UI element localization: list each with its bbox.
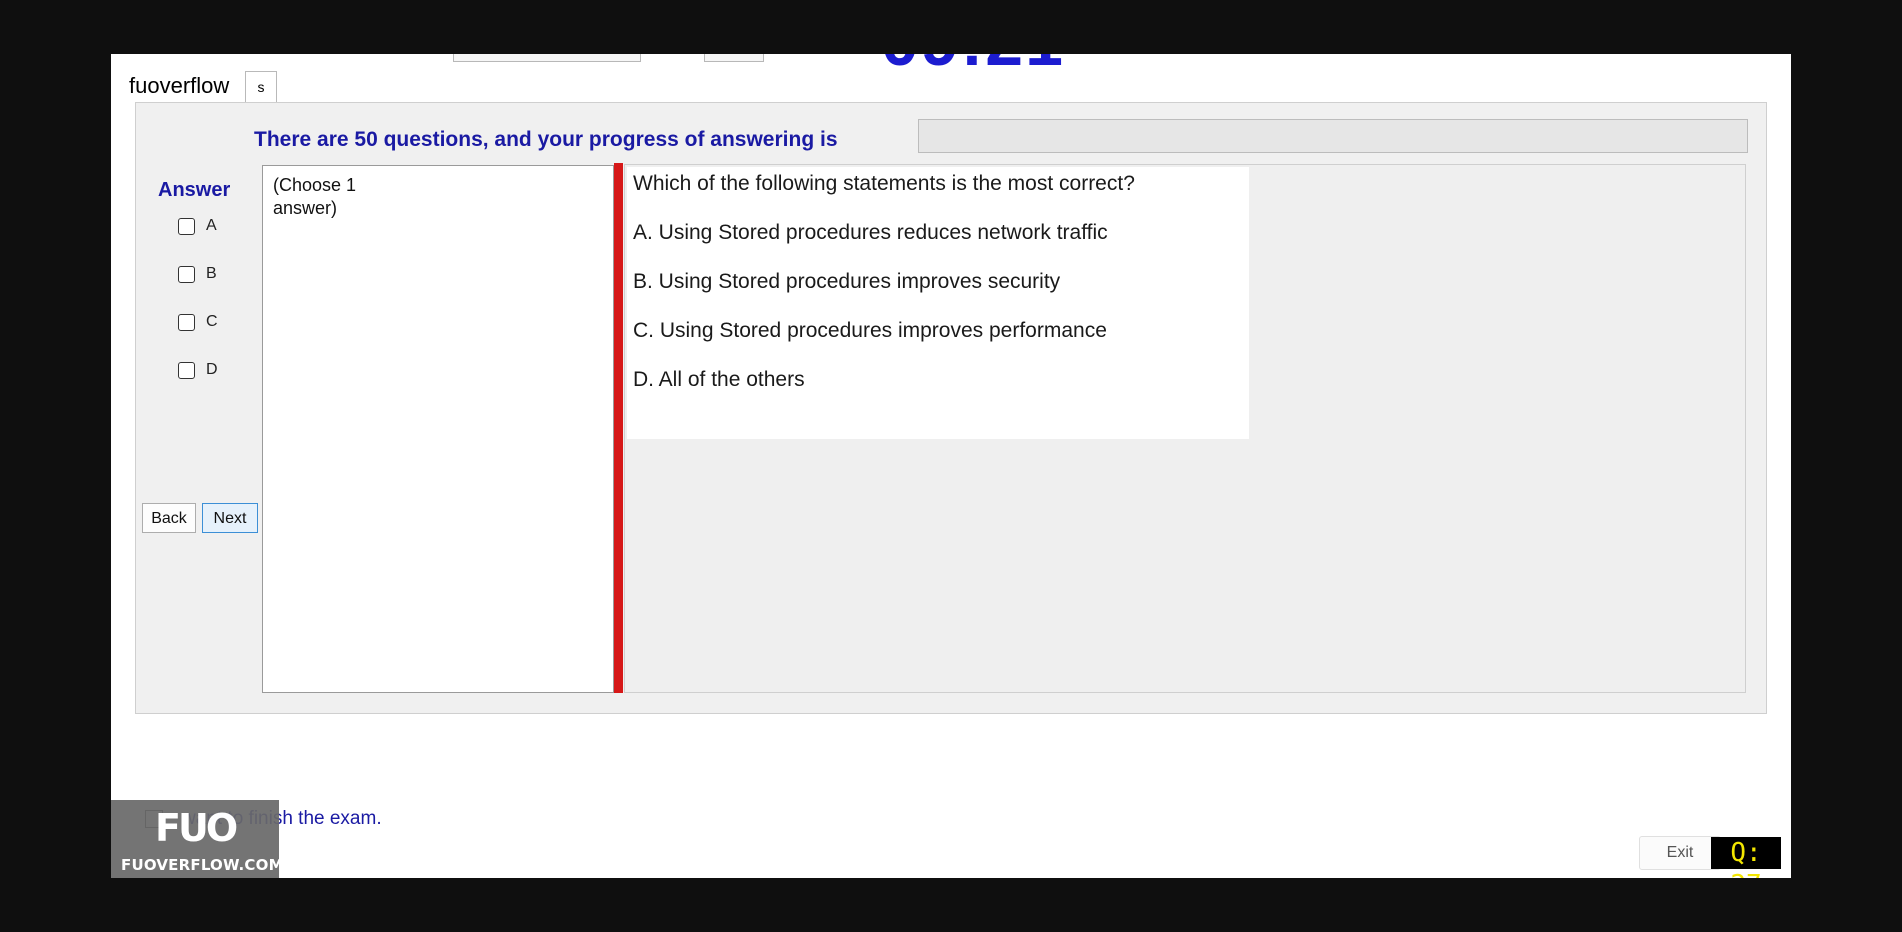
tab-questions[interactable]: s — [245, 71, 277, 102]
checkbox-b[interactable] — [178, 266, 195, 283]
exam-window: 09:21 fuoverflow s There are 50 question… — [111, 54, 1791, 878]
question-box: Which of the following statements is the… — [627, 167, 1249, 439]
fuoverflow-logo: FUO FUOVERFLOW.COM — [111, 800, 284, 878]
panel-splitter[interactable] — [614, 163, 623, 693]
logo-text: FUOVERFLOW.COM — [121, 856, 284, 874]
countdown-timer: 09:21 — [881, 54, 1065, 76]
choice-c: C. Using Stored procedures improves perf… — [633, 319, 1107, 342]
question-number-badge: Q: 27 — [1711, 837, 1781, 878]
back-button[interactable]: Back — [142, 503, 196, 533]
answer-label: Answer — [158, 179, 231, 201]
question-text: Which of the following statements is the… — [633, 172, 1135, 195]
top-control-right[interactable] — [704, 54, 764, 62]
checkbox-c[interactable] — [178, 314, 195, 331]
choose-hint: (Choose 1 answer) — [273, 175, 357, 218]
option-a-label: A — [206, 217, 217, 234]
question-content-area: Which of the following statements is the… — [624, 164, 1746, 693]
watermark-name: fuoverflow — [129, 73, 230, 98]
option-d-label: D — [206, 361, 218, 378]
option-c-label: C — [206, 313, 218, 330]
checkbox-d[interactable] — [178, 362, 195, 379]
choice-a: A. Using Stored procedures reduces netwo… — [633, 221, 1108, 244]
answer-option-d[interactable]: D — [178, 361, 238, 383]
top-control-left[interactable] — [453, 54, 641, 62]
logo-mark: FUO — [155, 806, 238, 850]
progress-label: There are 50 questions, and your progres… — [254, 128, 838, 151]
answer-option-c[interactable]: C — [178, 313, 238, 335]
choice-d: D. All of the others — [633, 368, 805, 391]
checkbox-a[interactable] — [178, 218, 195, 235]
choose-hint-box: (Choose 1 answer) — [262, 165, 614, 693]
next-button[interactable]: Next — [202, 503, 258, 533]
question-panel: There are 50 questions, and your progres… — [135, 102, 1767, 714]
exit-button[interactable]: Exit — [1639, 836, 1721, 870]
answer-option-a[interactable]: A — [178, 217, 238, 239]
option-b-label: B — [206, 265, 217, 282]
progress-bar — [918, 119, 1748, 153]
answer-option-b[interactable]: B — [178, 265, 238, 287]
choice-b: B. Using Stored procedures improves secu… — [633, 270, 1061, 293]
